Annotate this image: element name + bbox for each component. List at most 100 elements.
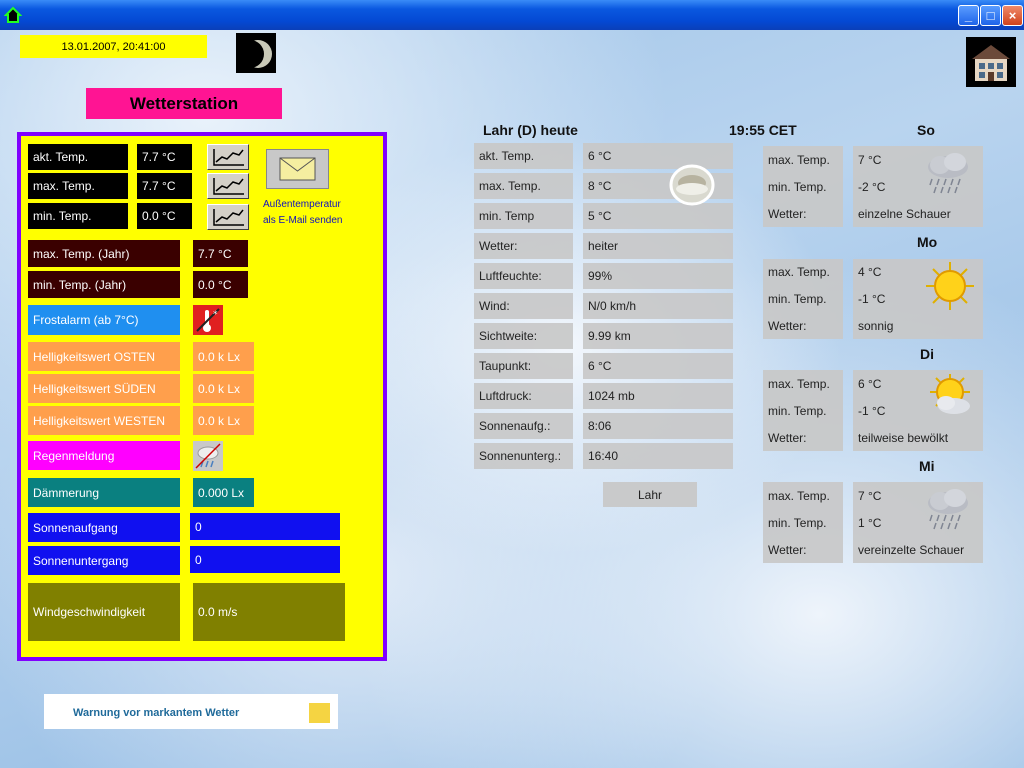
max-temp-year-label: max. Temp. (Jahr) xyxy=(28,240,180,267)
brightness-east-label: Helligkeitswert OSTEN xyxy=(28,342,180,371)
envelope-icon xyxy=(279,157,316,181)
sunrise-label: Sonnenaufgang xyxy=(28,513,180,542)
current-time: 19:55 CET xyxy=(729,122,797,138)
today-label: Taupunkt: xyxy=(474,353,573,379)
brightness-south-label: Helligkeitswert SÜDEN xyxy=(28,374,180,403)
dusk-label: Dämmerung xyxy=(28,478,180,507)
today-value: 8:06 xyxy=(583,413,733,439)
forecast-max-value: 6 °C xyxy=(858,376,882,391)
today-label: Sonnenaufg.: xyxy=(474,413,573,439)
rain-alert-label: Regenmeldung xyxy=(28,441,180,470)
lahr-button[interactable]: Lahr xyxy=(603,482,697,507)
frost-alarm-icon: * xyxy=(193,305,223,335)
maximize-button[interactable]: □ xyxy=(980,5,1001,26)
min-temp-year-value: 0.0 °C xyxy=(193,271,248,298)
home-icon xyxy=(4,6,22,23)
brightness-east-value: 0.0 k Lx xyxy=(193,342,254,371)
forecast-wetter-value: sonnig xyxy=(858,318,894,333)
forecast-max-label: max. Temp. xyxy=(768,152,830,167)
max-temp-year-value: 7.7 °C xyxy=(193,240,248,267)
forecast-min-value: -1 °C xyxy=(858,403,886,418)
forecast-max-label: max. Temp. xyxy=(768,265,830,280)
email-send-button[interactable] xyxy=(266,149,329,189)
moon-phase-icon xyxy=(236,33,276,73)
email-caption: Außentemperatur als E-Mail senden xyxy=(263,197,342,229)
forecast-wetter-label: Wetter: xyxy=(768,430,807,445)
forecast-day-mo: Mo xyxy=(917,234,938,250)
min-temp-value: 0.0 °C xyxy=(137,203,192,229)
forecast-min-label: min. Temp. xyxy=(768,291,827,306)
forecast-labels: max. Temp. min. Temp. Wetter: xyxy=(763,146,843,227)
wind-speed-label: Windgeschwindigkeit xyxy=(28,583,180,641)
forecast-min-value: -1 °C xyxy=(858,291,886,306)
min-temp-chart-button[interactable] xyxy=(207,204,249,230)
forecast-day-di: Di xyxy=(920,346,934,362)
datetime-display: 13.01.2007, 20:41:00 xyxy=(20,35,207,58)
max-temp-value: 7.7 °C xyxy=(137,173,192,199)
sunset-value: 0 xyxy=(190,546,340,573)
sunset-label: Sonnenuntergang xyxy=(28,546,180,575)
forecast-labels: max. Temp. min. Temp. Wetter: xyxy=(763,482,843,563)
dusk-value: 0.000 Lx xyxy=(193,478,254,507)
page-title: Wetterstation xyxy=(86,88,282,119)
brightness-west-label: Helligkeitswert WESTEN xyxy=(28,406,180,435)
min-temp-label: min. Temp. xyxy=(28,203,128,229)
forecast-labels: max. Temp. min. Temp. Wetter: xyxy=(763,259,843,339)
line-chart-icon xyxy=(213,209,244,226)
forecast-max-value: 4 °C xyxy=(858,265,882,280)
forecast-labels: max. Temp. min. Temp. Wetter: xyxy=(763,370,843,451)
max-temp-label: max. Temp. xyxy=(28,173,128,199)
brightness-west-value: 0.0 k Lx xyxy=(193,406,254,435)
today-label: Luftfeuchte: xyxy=(474,263,573,289)
forecast-max-value: 7 °C xyxy=(858,152,882,167)
line-chart-icon xyxy=(213,149,244,166)
weather-warning-text: Warnung vor markantem Wetter xyxy=(73,707,240,719)
forecast-max-value: 7 °C xyxy=(858,488,882,503)
svg-text:*: * xyxy=(213,310,218,320)
today-label: Luftdruck: xyxy=(474,383,573,409)
forecast-min-label: min. Temp. xyxy=(768,179,827,194)
email-caption-line2: als E-Mail senden xyxy=(263,215,343,226)
today-label: Wetter: xyxy=(474,233,573,259)
today-value: 6 °C xyxy=(583,353,733,379)
forecast-max-label: max. Temp. xyxy=(768,376,830,391)
warning-indicator xyxy=(309,703,330,723)
close-button[interactable]: × xyxy=(1002,5,1023,26)
window-titlebar[interactable] xyxy=(0,0,1024,30)
forecast-wetter-value: einzelne Schauer xyxy=(858,206,951,221)
akt-temp-label: akt. Temp. xyxy=(28,144,128,170)
forecast-min-label: min. Temp. xyxy=(768,515,827,530)
minimize-button[interactable]: _ xyxy=(958,5,979,26)
sun-cloud-icon xyxy=(930,374,970,414)
today-value: N/0 km/h xyxy=(583,293,733,319)
brightness-south-value: 0.0 k Lx xyxy=(193,374,254,403)
today-label: min. Temp xyxy=(474,203,573,229)
today-label: Sichtweite: xyxy=(474,323,573,349)
rain-cloud-icon xyxy=(928,153,968,194)
forecast-min-value: 1 °C xyxy=(858,515,882,530)
akt-temp-value: 7.7 °C xyxy=(137,144,192,170)
forecast-min-value: -2 °C xyxy=(858,179,886,194)
rain-cloud-icon xyxy=(928,489,968,530)
house-icon[interactable] xyxy=(966,37,1016,87)
frost-alarm-label: Frostalarm (ab 7°C) xyxy=(28,305,180,335)
today-label: Wind: xyxy=(474,293,573,319)
today-label: akt. Temp. xyxy=(474,143,573,169)
wind-speed-value: 0.0 m/s xyxy=(193,583,345,641)
line-chart-icon xyxy=(213,178,244,195)
akt-temp-chart-button[interactable] xyxy=(207,144,249,170)
today-value: 9.99 km xyxy=(583,323,733,349)
today-label: Sonnenunterg.: xyxy=(474,443,573,469)
forecast-wetter-label: Wetter: xyxy=(768,542,807,557)
today-value: heiter xyxy=(583,233,733,259)
today-value: 16:40 xyxy=(583,443,733,469)
forecast-day-so: So xyxy=(917,122,935,138)
forecast-wetter-value: vereinzelte Schauer xyxy=(858,542,965,557)
max-temp-chart-button[interactable] xyxy=(207,173,249,199)
today-value: 1024 mb xyxy=(583,383,733,409)
forecast-day-mi: Mi xyxy=(919,458,935,474)
today-label: max. Temp. xyxy=(474,173,573,199)
rain-alert-icon xyxy=(193,441,223,471)
forecast-wetter-value: teilweise bewölkt xyxy=(858,430,949,445)
forecast-wetter-label: Wetter: xyxy=(768,318,807,333)
